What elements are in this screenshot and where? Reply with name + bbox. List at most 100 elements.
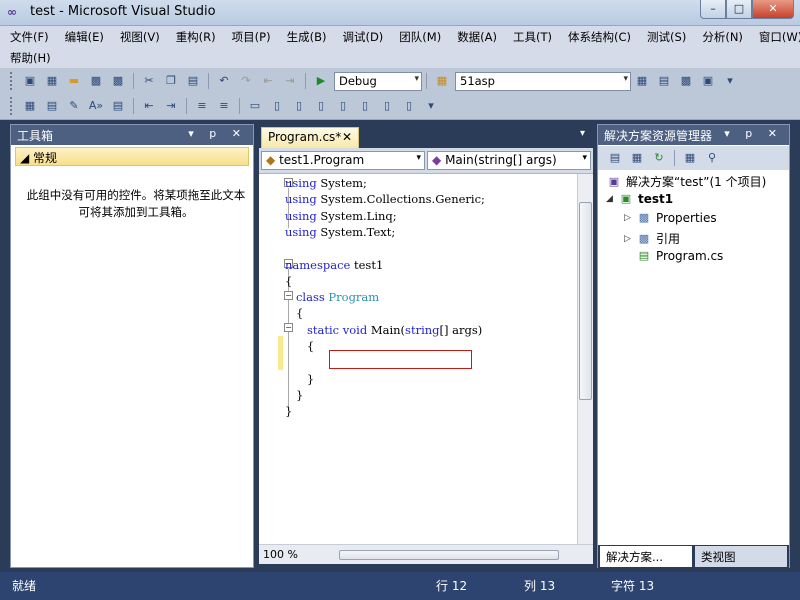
toggle-bookmark-icon[interactable]: ▭: [247, 98, 263, 114]
next-bookmark-icon[interactable]: ▯: [291, 98, 307, 114]
code-line[interactable]: }: [285, 372, 314, 388]
code-line[interactable]: {: [285, 339, 314, 355]
new-project-icon[interactable]: ▣: [22, 73, 38, 89]
uncomment-icon[interactable]: ≡: [216, 98, 232, 114]
menu-item[interactable]: 生成(B): [277, 26, 333, 47]
view-code-icon[interactable]: ▦: [682, 150, 698, 166]
previous-document-bookmark-icon[interactable]: ▯: [357, 98, 373, 114]
code-line[interactable]: }: [285, 404, 292, 420]
code-line[interactable]: }: [285, 388, 303, 404]
menu-item[interactable]: 文件(F): [0, 26, 55, 47]
horizontal-scrollbar[interactable]: [329, 550, 577, 560]
code-line[interactable]: class Program: [285, 290, 379, 306]
code-line[interactable]: using System;: [285, 176, 367, 192]
redo-icon[interactable]: ↷: [238, 73, 254, 89]
complete-word-icon[interactable]: A»: [88, 98, 104, 114]
cut-icon[interactable]: ✂: [141, 73, 157, 89]
save-icon[interactable]: ▩: [88, 73, 104, 89]
tab-class-view[interactable]: 类视图: [695, 546, 787, 567]
document-list-dropdown-icon[interactable]: ▾: [580, 128, 585, 139]
close-tab-icon[interactable]: ✕: [342, 130, 352, 144]
tab-solution-explorer[interactable]: 解决方案...: [600, 546, 692, 567]
solution-configuration-select[interactable]: Debug ▾: [334, 71, 422, 91]
horizontal-scroll-thumb[interactable]: [339, 550, 559, 560]
copy-icon[interactable]: ❐: [163, 73, 179, 89]
toolbox-panel-controls[interactable]: ▾ p ✕: [188, 127, 247, 140]
code-line[interactable]: using System.Collections.Generic;: [285, 192, 485, 208]
next-document-bookmark-icon[interactable]: ▯: [379, 98, 395, 114]
code-line[interactable]: namespace test1: [285, 258, 383, 274]
undo-icon[interactable]: ↶: [216, 73, 232, 89]
toolbar-grip[interactable]: [10, 72, 14, 90]
current-line-caret-box[interactable]: [329, 350, 472, 369]
solution-explorer-panel-controls[interactable]: ▾ p ✕: [724, 127, 783, 140]
navigate-forward-icon[interactable]: ⇥: [282, 73, 298, 89]
tab-program-cs[interactable]: Program.cs* ✕: [261, 127, 359, 148]
properties-window-icon[interactable]: ▤: [656, 73, 672, 89]
toolbar-grip[interactable]: [10, 97, 14, 115]
toolbox-icon[interactable]: ▣: [700, 73, 716, 89]
navigate-back-icon[interactable]: ⇤: [260, 73, 276, 89]
display-info-icon[interactable]: ▤: [110, 98, 126, 114]
next-bookmark-folder-icon[interactable]: ▯: [335, 98, 351, 114]
toolbox-group-general[interactable]: ◢ 常规: [15, 147, 249, 166]
previous-bookmark-folder-icon[interactable]: ▯: [313, 98, 329, 114]
menu-item[interactable]: 编辑(E): [55, 26, 110, 47]
code-line[interactable]: static void Main(string[] args): [285, 323, 482, 339]
view-class-diagram-icon[interactable]: ⚲: [704, 150, 720, 166]
object-members-icon[interactable]: ▦: [22, 98, 38, 114]
project-node[interactable]: ◢ ▣ test1: [606, 192, 673, 206]
save-all-icon[interactable]: ▩: [110, 73, 126, 89]
menu-item[interactable]: 窗口(W): [749, 26, 800, 47]
quick-info-icon[interactable]: ✎: [66, 98, 82, 114]
properties-node[interactable]: ▷ ▩ Properties: [624, 211, 717, 225]
menu-item[interactable]: 分析(N): [692, 26, 749, 47]
clear-bookmarks-icon[interactable]: ▯: [401, 98, 417, 114]
collapsed-triangle-icon[interactable]: ▷: [624, 213, 636, 223]
paste-icon[interactable]: ▤: [185, 73, 201, 89]
properties-icon[interactable]: ▤: [607, 150, 623, 166]
menu-item[interactable]: 调试(D): [332, 26, 389, 47]
open-file-icon[interactable]: ▬: [66, 73, 82, 89]
menu-item[interactable]: 工具(T): [503, 26, 558, 47]
expanded-triangle-icon[interactable]: ◢: [606, 194, 618, 204]
code-line[interactable]: {: [285, 274, 292, 290]
close-button[interactable]: ✕: [752, 0, 794, 19]
decrease-indent-icon[interactable]: ⇤: [141, 98, 157, 114]
menu-item[interactable]: 测试(S): [637, 26, 692, 47]
refresh-icon[interactable]: ↻: [651, 150, 667, 166]
find-combo[interactable]: 51asp ▾: [455, 71, 631, 91]
increase-indent-icon[interactable]: ⇥: [163, 98, 179, 114]
references-node[interactable]: ▷ ▩ 引用: [624, 230, 680, 247]
toolbar-options-icon[interactable]: ▾: [722, 73, 738, 89]
add-item-icon[interactable]: ▦: [44, 73, 60, 89]
menu-item[interactable]: 数据(A): [447, 26, 503, 47]
toolbar-options-icon[interactable]: ▾: [423, 98, 439, 114]
vertical-scroll-thumb[interactable]: [579, 202, 592, 400]
code-line[interactable]: using System.Text;: [285, 225, 395, 241]
program-cs-node[interactable]: ▤ Program.cs: [636, 249, 724, 263]
menu-item[interactable]: 项目(P): [222, 26, 277, 47]
maximize-button[interactable]: □: [726, 0, 752, 19]
previous-bookmark-icon[interactable]: ▯: [269, 98, 285, 114]
object-browser-icon[interactable]: ▩: [678, 73, 694, 89]
types-dropdown[interactable]: ◆ test1.Program ▾: [261, 151, 425, 170]
parameter-info-icon[interactable]: ▤: [44, 98, 60, 114]
zoom-level[interactable]: 100 %: [263, 548, 298, 561]
find-in-files-icon[interactable]: ▦: [434, 73, 450, 89]
menu-item[interactable]: 帮助(H): [0, 47, 57, 68]
menu-item[interactable]: 体系结构(C): [558, 26, 637, 47]
code-line[interactable]: using System.Linq;: [285, 209, 397, 225]
solution-explorer-icon[interactable]: ▦: [634, 73, 650, 89]
code-line[interactable]: {: [285, 306, 303, 322]
code-text-area[interactable]: − − − − using System; using System.Collec…: [259, 174, 577, 544]
comment-out-icon[interactable]: ≡: [194, 98, 210, 114]
collapsed-triangle-icon[interactable]: ▷: [624, 234, 636, 244]
menu-item[interactable]: 团队(M): [389, 26, 447, 47]
menu-item[interactable]: 视图(V): [110, 26, 166, 47]
members-dropdown[interactable]: ◆ Main(string[] args) ▾: [427, 151, 591, 170]
vertical-scrollbar[interactable]: [577, 174, 593, 544]
minimize-button[interactable]: –: [700, 0, 726, 19]
solution-root-node[interactable]: ▣ 解决方案“test”(1 个项目): [606, 173, 767, 190]
show-all-files-icon[interactable]: ▦: [629, 150, 645, 166]
